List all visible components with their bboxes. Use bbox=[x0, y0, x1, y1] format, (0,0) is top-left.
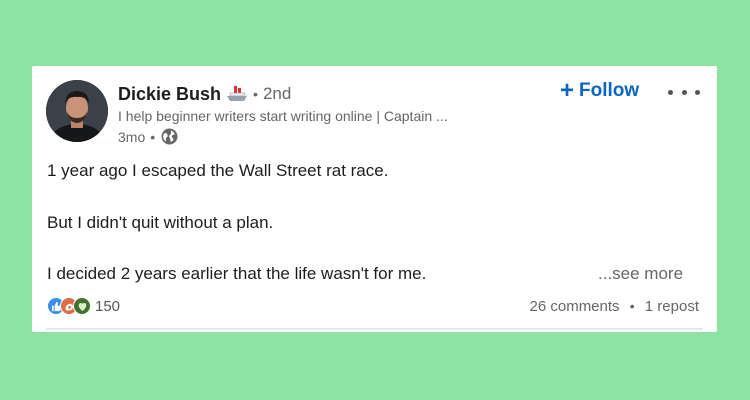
divider bbox=[46, 328, 703, 330]
separator-dot: • bbox=[150, 128, 156, 145]
reaction-count: 150 bbox=[95, 297, 121, 315]
reposts-count-link[interactable]: 1 repost bbox=[645, 298, 699, 315]
author-headline: I help beginner writers start writing on… bbox=[118, 108, 448, 124]
more-dot-icon bbox=[668, 89, 673, 95]
separator-dot: • bbox=[629, 298, 635, 314]
author-row: Dickie Bush • 2nd bbox=[118, 82, 291, 106]
post-card: Dickie Bush • 2nd I help beginner writer… bbox=[32, 66, 717, 332]
ship-icon bbox=[226, 85, 248, 103]
post-text-line: I decided 2 years earlier that the life … bbox=[47, 264, 427, 283]
connection-degree: 2nd bbox=[262, 84, 292, 103]
more-dot-icon bbox=[681, 89, 687, 95]
separator-dot: • bbox=[253, 86, 258, 102]
see-more-link[interactable]: ...see more bbox=[598, 264, 683, 284]
more-dot-icon bbox=[695, 89, 700, 95]
reactions-summary[interactable]: 150 bbox=[47, 297, 120, 315]
comments-count-link[interactable]: 26 comments bbox=[530, 298, 620, 315]
author-name[interactable]: Dickie Bush bbox=[118, 84, 221, 105]
globe-icon bbox=[161, 128, 178, 145]
more-options-button[interactable] bbox=[668, 80, 700, 104]
support-icon bbox=[73, 297, 91, 315]
follow-button[interactable]: + Follow bbox=[560, 79, 639, 103]
engagement-stats: 26 comments • 1 repost bbox=[530, 298, 700, 315]
post-meta: 3mo • bbox=[118, 128, 178, 145]
post-text-line: 1 year ago I escaped the Wall Street rat… bbox=[47, 161, 389, 180]
post-text-line: But I didn't quit without a plan. bbox=[47, 213, 274, 232]
post-age: 3mo bbox=[118, 128, 146, 145]
author-avatar[interactable] bbox=[46, 80, 108, 142]
plus-icon: + bbox=[560, 77, 575, 104]
follow-label: Follow bbox=[579, 80, 640, 101]
